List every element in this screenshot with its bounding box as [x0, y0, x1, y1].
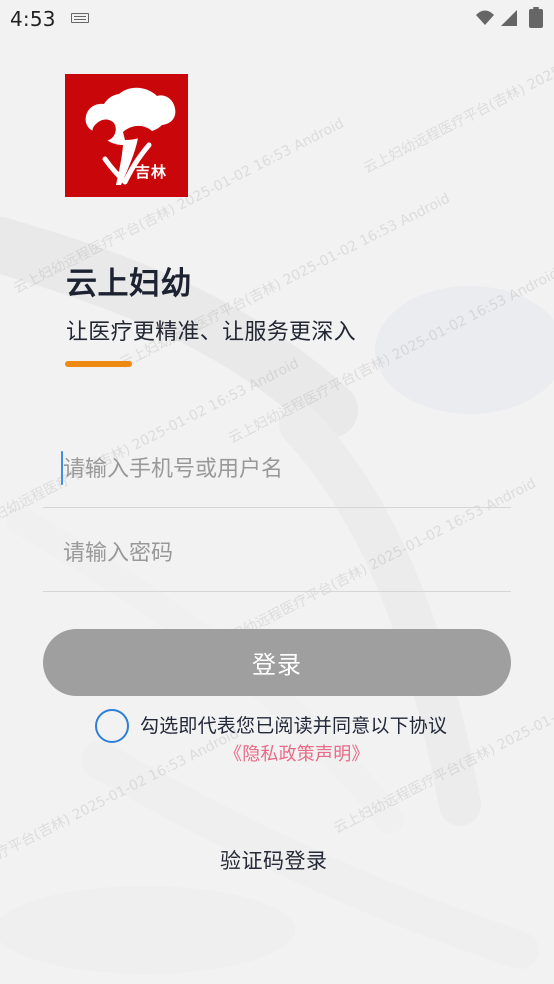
password-field-container [43, 517, 511, 592]
logo-region-text: 吉林 [135, 163, 168, 181]
title-accent-bar [65, 361, 132, 367]
signal-icon [501, 10, 517, 26]
password-input[interactable] [63, 534, 483, 572]
app-title: 云上妇幼 [66, 266, 192, 302]
agreement-text: 勾选即代表您已阅读并同意以下协议 [140, 715, 448, 737]
status-bar: 4:53 [0, 0, 554, 40]
login-button[interactable]: 登录 [43, 629, 511, 696]
agreement-checkbox[interactable] [95, 709, 129, 743]
verification-code-login-link[interactable]: 验证码登录 [220, 845, 328, 875]
battery-icon [529, 7, 543, 28]
privacy-policy-link[interactable]: 《隐私政策声明》 [224, 740, 370, 766]
username-field-container [43, 433, 511, 508]
username-input[interactable] [63, 450, 483, 488]
keyboard-icon [71, 13, 89, 23]
watermark-text-3: 云上妇幼远程医疗平台(吉林) 2025-01-02 16:53 Android [226, 265, 554, 447]
watermark-text-7: 云上妇幼远程医疗平台(吉林) 2025-01-02 16:53 Android [0, 725, 242, 907]
app-subtitle: 让医疗更精准、让服务更深入 [66, 320, 356, 345]
app-logo: 吉林 [65, 74, 188, 197]
status-time: 4:53 [10, 7, 56, 31]
wifi-icon [476, 10, 494, 25]
